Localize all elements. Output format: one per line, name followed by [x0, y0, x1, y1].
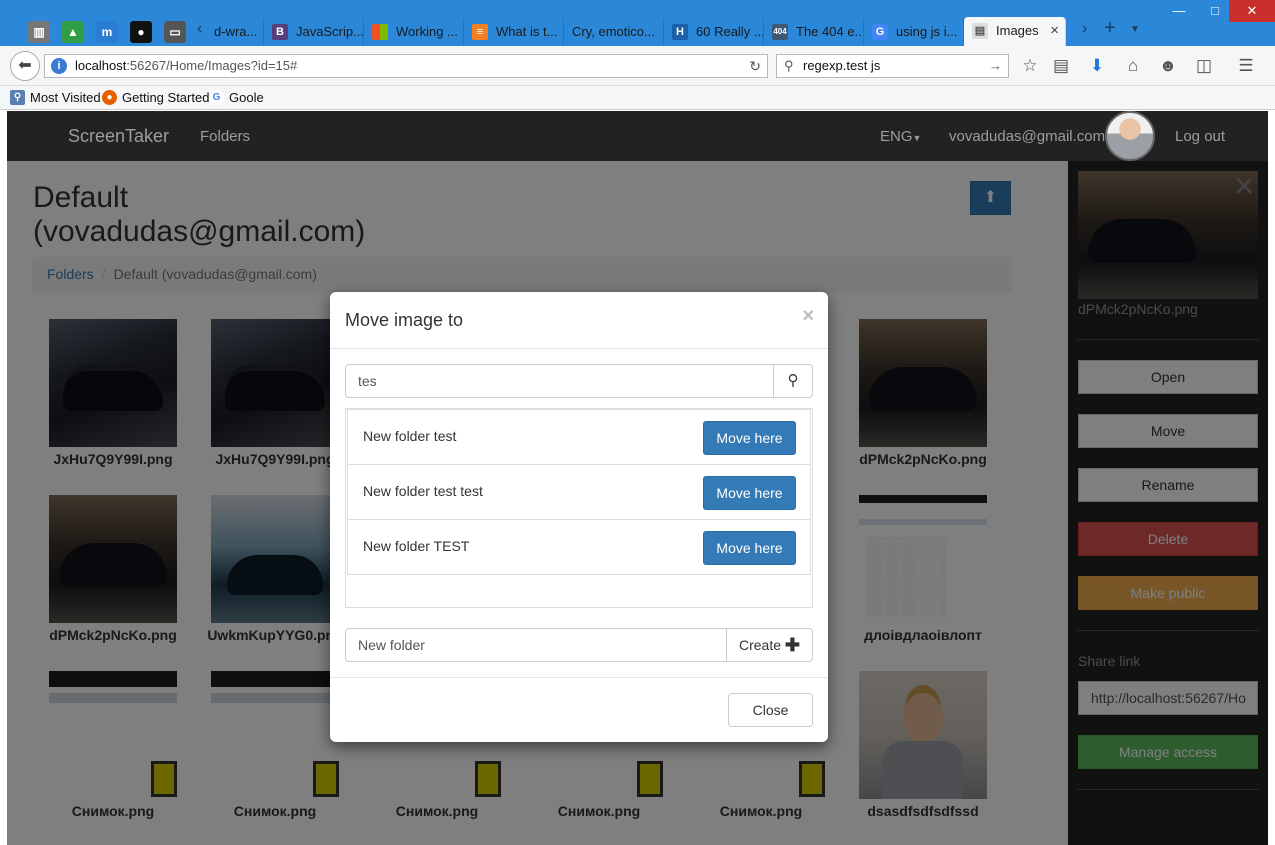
folder-list: New folder test Move here New folder tes…	[345, 408, 813, 608]
search-go-icon[interactable]: →	[989, 55, 1002, 77]
tab-active-images[interactable]: ▤ Images ×	[964, 17, 1066, 47]
tab-8[interactable]: Gusing js i...	[864, 18, 964, 46]
tab-6[interactable]: H 60 Really ...	[664, 18, 764, 46]
create-folder-button[interactable]: Create ✚	[726, 628, 813, 662]
menu-icon[interactable]: ☰	[1235, 56, 1257, 76]
folder-name: New folder test	[363, 428, 457, 444]
modal-title: Move image to	[345, 310, 464, 330]
nav-folders-link[interactable]: Folders	[200, 128, 250, 145]
move-image-modal: Move image to × tes ⚲ New folder test Mo…	[330, 292, 828, 742]
move-here-button[interactable]: Move here	[703, 421, 796, 455]
pinned-tab-trello-icon[interactable]: ▥	[28, 21, 50, 43]
web-page: ScreenTaker Folders ENG▼ vovadudas@gmail…	[7, 111, 1268, 845]
tab-7[interactable]: 404 The 404 e...	[764, 18, 864, 46]
tab-4[interactable]: ≡ What is t...	[464, 18, 564, 46]
browser-search-input[interactable]: ⚲ regexp.test js →	[776, 54, 1009, 78]
url-host: localhost	[75, 58, 127, 73]
tab-1[interactable]: d-wra...	[206, 18, 264, 46]
move-here-button[interactable]: Move here	[703, 531, 796, 565]
h-icon: H	[672, 24, 688, 40]
browser-toolbar: ⬅ i localhost:56267/Home/Images?id=15# ↻…	[0, 46, 1275, 86]
user-email[interactable]: vovadudas@gmail.com	[949, 128, 1105, 145]
folder-list-item: New folder TEST Move here	[347, 519, 811, 575]
tab-strip: ▥ ▲ m ● ▭ ‹ d-wra... B JavaScrip... Worki…	[0, 16, 1275, 47]
move-here-button[interactable]: Move here	[703, 476, 796, 510]
bookmark-getting-started[interactable]: ● Getting Started	[102, 90, 209, 105]
create-label: Create	[738, 637, 782, 653]
tab-3[interactable]: Working ...	[364, 18, 464, 46]
google-icon: G	[209, 90, 224, 105]
caret-down-icon: ▼	[912, 133, 922, 143]
emoji-icon[interactable]: ☻	[1157, 56, 1179, 76]
folder-search-button[interactable]: ⚲	[773, 364, 813, 398]
tab-2[interactable]: B JavaScrip...	[264, 18, 364, 46]
folder-search-group: tes ⚲	[345, 364, 813, 398]
new-folder-input[interactable]: New folder	[345, 628, 727, 662]
modal-footer: Close	[330, 677, 828, 742]
bootstrap-icon: B	[272, 24, 288, 40]
folder-search-input[interactable]: tes	[345, 364, 774, 398]
logout-link[interactable]: Log out	[1175, 128, 1225, 145]
plus-icon: ✚	[784, 635, 800, 655]
url-bar[interactable]: i localhost:56267/Home/Images?id=15# ↻	[44, 54, 768, 78]
page-icon: ▤	[972, 23, 988, 39]
bookmark-goole[interactable]: G Goole	[209, 90, 264, 105]
tab-5[interactable]: Cry, emotico...	[564, 18, 664, 46]
stackoverflow-icon: ≡	[472, 24, 488, 40]
download-icon[interactable]: ⬇	[1086, 56, 1108, 76]
avatar[interactable]	[1105, 111, 1155, 161]
pocket-icon[interactable]: ◫	[1193, 56, 1215, 76]
bookmark-star-icon[interactable]: ☆	[1019, 56, 1041, 76]
search-icon: ⚲	[787, 372, 799, 389]
google-icon: G	[872, 24, 888, 40]
browser-titlebar: — □ ✕ ▥ ▲ m ● ▭ ‹ d-wra... B JavaScrip...…	[0, 0, 1275, 47]
new-tab-icon[interactable]: +	[1104, 17, 1116, 40]
reload-icon[interactable]: ↻	[749, 55, 761, 77]
modal-close-icon[interactable]: ×	[802, 305, 814, 328]
pinned-tab-chat-icon[interactable]: ▭	[164, 21, 186, 43]
tabs-scroll-left-icon[interactable]: ‹	[197, 20, 202, 38]
microsoft-icon	[372, 24, 388, 40]
site-navbar: ScreenTaker Folders ENG▼ vovadudas@gmail…	[7, 111, 1268, 161]
firefox-icon: ●	[102, 90, 117, 105]
folder-list-item: New folder test Move here	[347, 409, 811, 465]
404-icon: 404	[772, 24, 788, 40]
home-icon[interactable]: ⌂	[1122, 56, 1144, 76]
close-button[interactable]: Close	[728, 693, 813, 727]
folder-name: New folder test test	[363, 483, 483, 499]
bookmark-most-visited[interactable]: ⚲ Most Visited	[10, 90, 101, 105]
pinned-tab-github-icon[interactable]: ●	[130, 21, 152, 43]
tabs-scroll-right-icon[interactable]: ›	[1082, 20, 1087, 38]
tab-close-icon[interactable]: ×	[1050, 17, 1059, 45]
create-folder-group: New folder Create ✚	[345, 628, 813, 662]
reading-list-icon[interactable]: ▤	[1050, 56, 1072, 76]
most-visited-icon: ⚲	[10, 90, 25, 105]
folder-list-item: New folder test test Move here	[347, 464, 811, 520]
language-dropdown[interactable]: ENG▼	[880, 128, 921, 145]
pinned-tab-m-icon[interactable]: m	[96, 21, 118, 43]
modal-header: Move image to ×	[330, 292, 828, 349]
tab-list-icon[interactable]: ▼	[1130, 24, 1140, 35]
brand-logo[interactable]: ScreenTaker	[68, 126, 169, 147]
folder-name: New folder TEST	[363, 538, 470, 554]
pinned-tab-drive-icon[interactable]: ▲	[62, 21, 84, 43]
search-icon: ⚲	[784, 58, 794, 73]
bookmarks-bar: ⚲ Most Visited ● Getting Started G Goole	[0, 86, 1275, 110]
back-arrow-icon[interactable]: ⬅	[10, 51, 40, 81]
url-path: :56267/Home/Images?id=15#	[126, 58, 298, 73]
info-icon[interactable]: i	[51, 58, 67, 74]
